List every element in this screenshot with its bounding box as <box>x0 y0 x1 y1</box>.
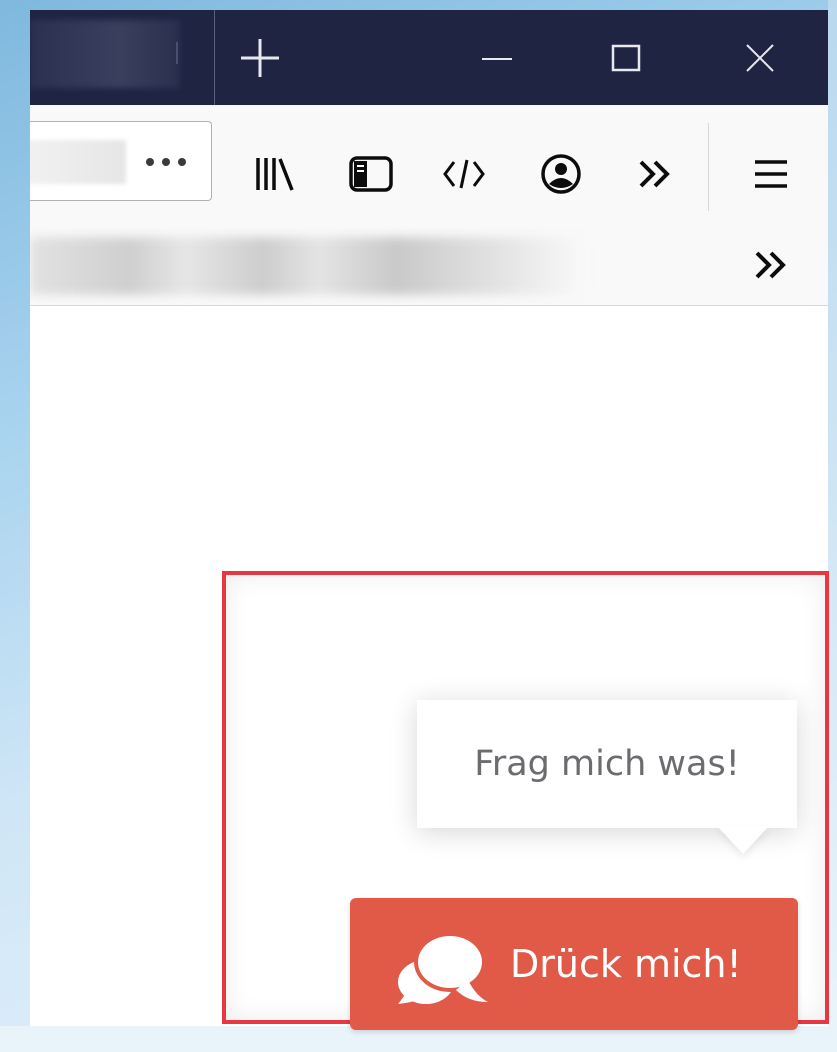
close-icon <box>746 44 774 72</box>
chat-launcher-label: Drück mich! <box>510 942 742 986</box>
active-tab[interactable] <box>30 20 180 88</box>
ellipsis-icon <box>146 158 186 166</box>
bookmarks-toolbar <box>30 227 837 306</box>
url-bar[interactable] <box>30 121 212 201</box>
tab-divider <box>214 10 215 105</box>
maximize-button[interactable] <box>597 30 657 86</box>
overflow-chevrons-icon <box>639 160 670 188</box>
tab-separator <box>176 42 178 64</box>
chat-prompt-bubble-tail <box>717 826 769 854</box>
chat-prompt-bubble: Frag mich was! <box>417 700 797 828</box>
title-bar <box>30 10 837 105</box>
url-text <box>30 140 126 184</box>
chat-prompt-text: Frag mich was! <box>474 744 740 784</box>
minimize-icon <box>482 58 512 60</box>
desktop-edge <box>828 0 837 1052</box>
minimize-button[interactable] <box>467 30 527 86</box>
close-button[interactable] <box>730 30 790 86</box>
bookmark-items[interactable] <box>30 237 585 295</box>
sidebar-icon <box>349 156 393 192</box>
plus-icon <box>241 39 279 77</box>
account-icon <box>541 154 581 194</box>
bookmarks-overflow-button[interactable] <box>742 236 800 294</box>
library-button[interactable] <box>246 145 304 203</box>
account-button[interactable] <box>532 145 590 203</box>
navigation-toolbar <box>30 105 837 227</box>
hamburger-menu-icon <box>755 160 787 188</box>
toolbar-overflow-button[interactable] <box>626 145 684 203</box>
toolbar-separator <box>708 123 709 211</box>
main-menu-button[interactable] <box>742 145 800 203</box>
maximize-icon <box>611 44 641 72</box>
developer-tools-icon <box>443 159 485 189</box>
chevrons-icon <box>755 251 786 279</box>
developer-tools-button[interactable] <box>435 145 493 203</box>
chat-bubbles-icon <box>398 932 488 1004</box>
chat-launcher-button[interactable]: Drück mich! <box>350 898 798 1030</box>
library-icon <box>256 158 294 191</box>
sidebar-button[interactable] <box>342 145 400 203</box>
page-actions-button[interactable] <box>138 140 194 184</box>
new-tab-button[interactable] <box>230 30 290 86</box>
